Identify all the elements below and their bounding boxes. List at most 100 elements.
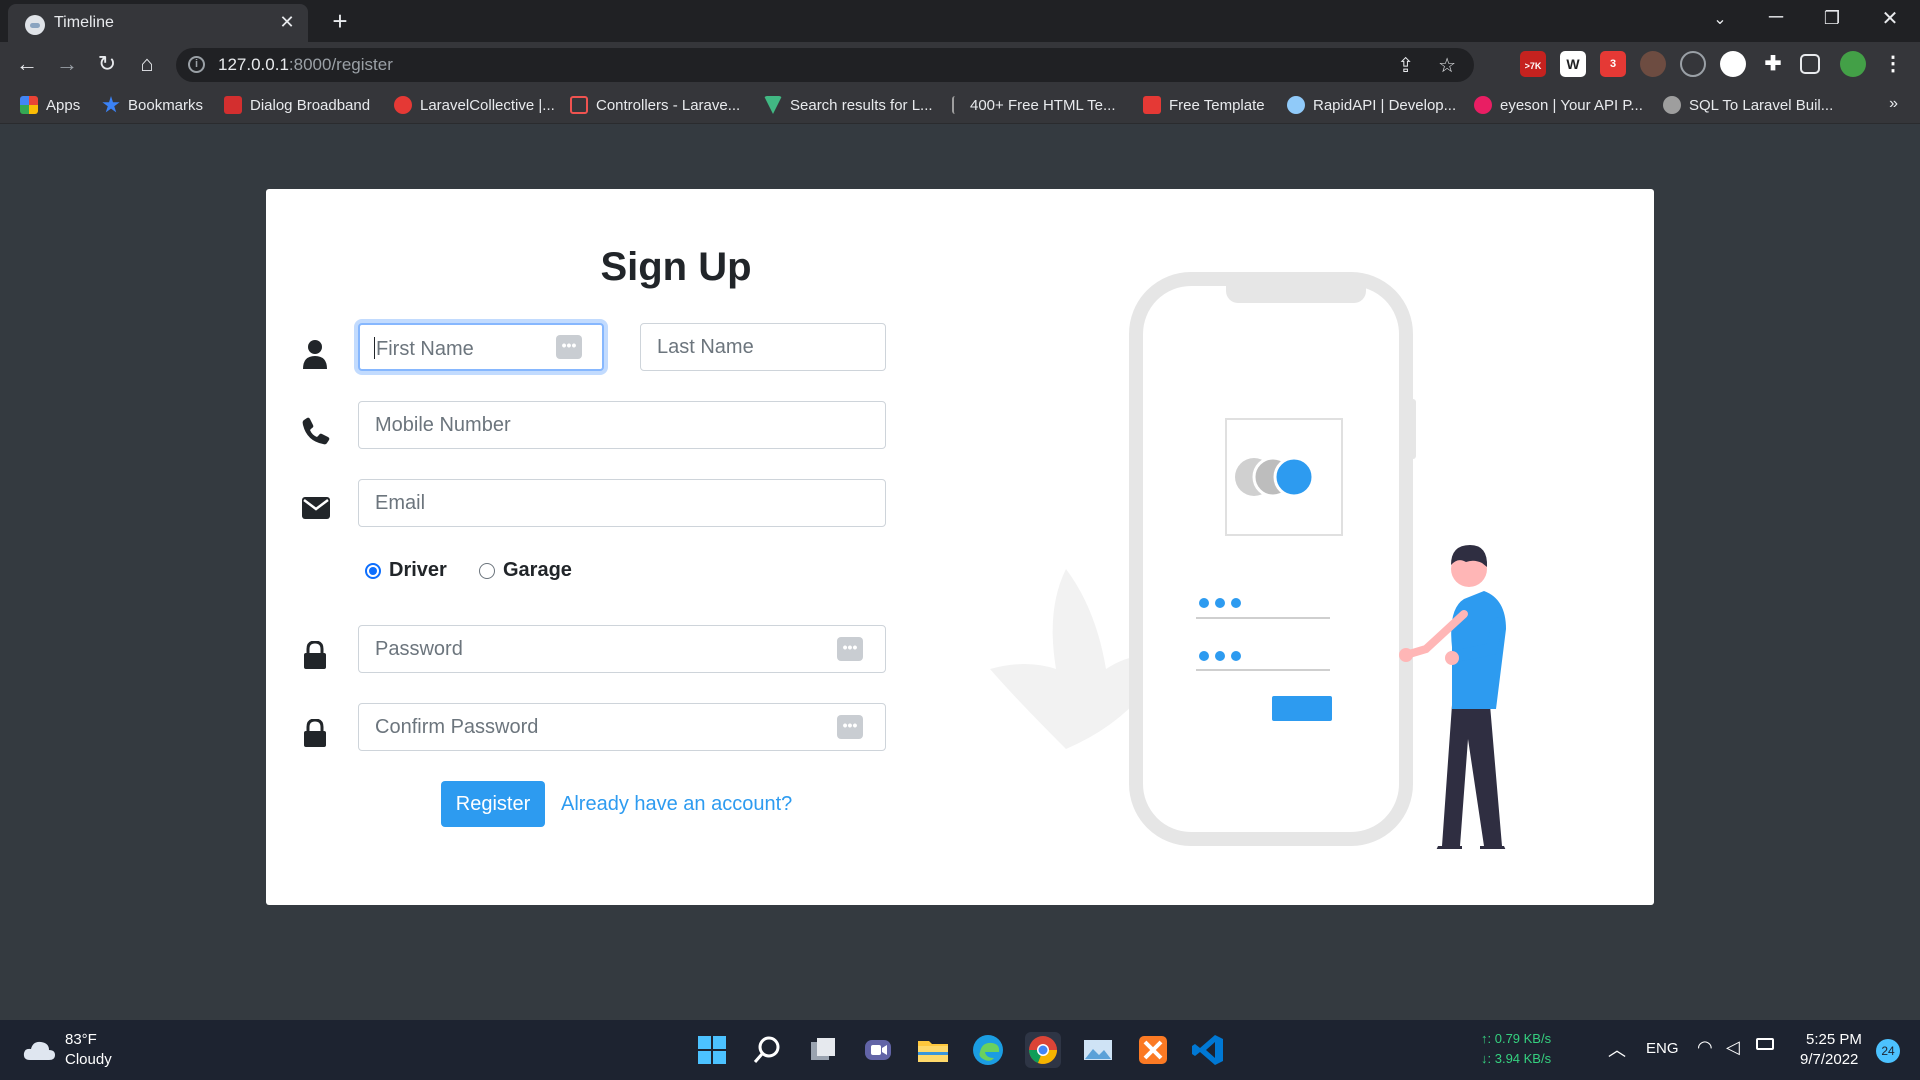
- person-shoe: [1436, 846, 1462, 849]
- dialog-icon: [224, 96, 242, 114]
- owl-extension-icon[interactable]: [1640, 51, 1666, 77]
- w-extension-icon[interactable]: W: [1560, 51, 1586, 77]
- show-hidden-icons-icon[interactable]: ︿: [1608, 1036, 1626, 1062]
- radio-driver-circle[interactable]: [365, 562, 381, 579]
- last-name-input[interactable]: Last Name: [640, 323, 886, 371]
- task-view-icon[interactable]: [805, 1032, 841, 1068]
- side-panel-icon[interactable]: [1800, 54, 1820, 74]
- bookmark-dialog[interactable]: Dialog Broadband: [224, 96, 370, 114]
- last-name-placeholder: Last Name: [657, 336, 754, 358]
- chrome-icon[interactable]: [1025, 1032, 1061, 1068]
- reload-icon[interactable]: ↻: [92, 51, 122, 77]
- site-info-icon[interactable]: i: [188, 56, 205, 73]
- teams-chat-icon[interactable]: [860, 1032, 896, 1068]
- home-icon[interactable]: ⌂: [132, 51, 162, 77]
- radio-garage[interactable]: Garage: [479, 559, 572, 582]
- close-window-icon[interactable]: ✕: [1870, 6, 1910, 31]
- signup-illustration: [990, 272, 1506, 849]
- register-button[interactable]: Register: [441, 781, 545, 827]
- gmail-extension-icon[interactable]: >7K: [1520, 51, 1546, 77]
- confirm-password-input[interactable]: Confirm Password •••: [358, 703, 886, 751]
- search-icon[interactable]: [750, 1032, 786, 1068]
- person-legs: [1442, 705, 1502, 846]
- url-text: 127.0.0.1:8000/register: [218, 55, 393, 75]
- login-link[interactable]: Already have an account?: [561, 793, 792, 816]
- dot-icon: [1215, 651, 1225, 661]
- clock-time[interactable]: 5:25 PM: [1806, 1031, 1862, 1048]
- password-input[interactable]: Password •••: [358, 625, 886, 673]
- tab-search-icon[interactable]: ⌄: [1700, 9, 1740, 29]
- password-placeholder: Password: [375, 638, 463, 660]
- password-manager-key-icon[interactable]: •••: [837, 637, 863, 661]
- xampp-icon[interactable]: [1135, 1032, 1171, 1068]
- password-manager-key-icon[interactable]: •••: [556, 335, 582, 359]
- radio-garage-label: Garage: [503, 559, 572, 581]
- photos-icon[interactable]: [1080, 1032, 1116, 1068]
- bookmark-search-results[interactable]: Search results for L...: [764, 96, 933, 114]
- password-manager-key-icon[interactable]: •••: [837, 715, 863, 739]
- eyeson-icon: [1474, 96, 1492, 114]
- windows-taskbar: 83°F Cloudy ↑: 0.79 KB/s ↓: 3.94 KB/s ︿ …: [0, 1020, 1920, 1080]
- bookmark-sql-to-laravel[interactable]: SQL To Laravel Buil...: [1663, 96, 1833, 114]
- star-icon: [102, 96, 120, 113]
- clock-date[interactable]: 9/7/2022: [1800, 1051, 1858, 1068]
- s-extension-icon[interactable]: 3: [1600, 51, 1626, 77]
- bookmark-html-templates[interactable]: 400+ Free HTML Te...: [952, 96, 1115, 114]
- mobile-number-input[interactable]: Mobile Number: [358, 401, 886, 449]
- bookmark-eyeson[interactable]: eyeson | Your API P...: [1474, 96, 1643, 114]
- email-input[interactable]: Email: [358, 479, 886, 527]
- mobile-placeholder: Mobile Number: [375, 414, 511, 436]
- first-name-input[interactable]: First Name •••: [358, 323, 604, 371]
- battery-icon[interactable]: [1756, 1038, 1774, 1050]
- tab-favicon-icon: [25, 15, 45, 35]
- chrome-menu-icon[interactable]: ⋮: [1880, 51, 1906, 77]
- bookmark-label: LaravelCollective |...: [420, 96, 555, 114]
- volume-icon[interactable]: ◁: [1726, 1037, 1740, 1058]
- minimize-icon[interactable]: ─: [1756, 6, 1796, 29]
- edge-icon[interactable]: [970, 1032, 1006, 1068]
- restore-icon[interactable]: ❐: [1812, 8, 1852, 29]
- radio-garage-circle[interactable]: [479, 562, 495, 579]
- bookmark-bookmarks[interactable]: Bookmarks: [102, 96, 203, 114]
- weather-desc[interactable]: Cloudy: [65, 1051, 112, 1068]
- share-icon[interactable]: ⇪: [1397, 53, 1414, 78]
- bookmark-apps[interactable]: Apps: [20, 96, 80, 114]
- weather-temp[interactable]: 83°F: [65, 1031, 97, 1048]
- back-icon[interactable]: ←: [12, 51, 42, 77]
- field-line: [1196, 617, 1330, 619]
- url-host: 127.0.0.1: [218, 55, 289, 74]
- bookmark-label: Bookmarks: [128, 96, 204, 114]
- radio-driver[interactable]: Driver: [365, 559, 447, 582]
- notification-badge[interactable]: 24: [1876, 1039, 1900, 1063]
- lock-icon: [304, 719, 326, 747]
- extensions-puzzle-icon[interactable]: ✚: [1760, 51, 1786, 77]
- tab-close-icon[interactable]: ✕: [276, 12, 298, 33]
- windows-start-icon[interactable]: [694, 1032, 730, 1068]
- bookmark-laravelcollective[interactable]: LaravelCollective |...: [394, 96, 555, 114]
- laravelcollective-icon: [394, 96, 412, 114]
- vscode-icon[interactable]: [1190, 1032, 1226, 1068]
- reader-extension-icon[interactable]: [1720, 51, 1746, 77]
- person-hand: [1399, 648, 1413, 662]
- file-explorer-icon[interactable]: [915, 1032, 951, 1068]
- bookmark-rapidapi[interactable]: RapidAPI | Develop...: [1287, 96, 1456, 114]
- network-upload-speed: ↑: 0.79 KB/s: [1481, 1031, 1552, 1046]
- bookmarks-overflow-icon[interactable]: »: [1889, 95, 1898, 113]
- language-indicator[interactable]: ENG: [1646, 1040, 1679, 1057]
- address-bar[interactable]: i 127.0.0.1:8000/register ⇪ ☆: [176, 48, 1474, 82]
- circle-extension-icon[interactable]: [1680, 51, 1706, 77]
- bookmark-label: Free Template: [1169, 96, 1265, 114]
- url-path: :8000/register: [288, 55, 393, 74]
- bookmark-free-template[interactable]: Free Template: [1143, 96, 1265, 114]
- dot-icon: [1199, 598, 1209, 608]
- new-tab-button[interactable]: +: [325, 6, 355, 37]
- network-download-speed: ↓: 3.94 KB/s: [1481, 1051, 1552, 1066]
- profile-avatar[interactable]: [1840, 51, 1866, 77]
- wifi-icon[interactable]: ◠: [1697, 1037, 1713, 1058]
- bookmark-star-icon[interactable]: ☆: [1438, 53, 1456, 78]
- tab-timeline[interactable]: Timeline ✕: [8, 4, 308, 42]
- vue-icon: [764, 96, 782, 114]
- bookmark-controllers[interactable]: Controllers - Larave...: [570, 96, 740, 114]
- text-caret: [374, 337, 375, 359]
- forward-icon[interactable]: →: [52, 51, 82, 77]
